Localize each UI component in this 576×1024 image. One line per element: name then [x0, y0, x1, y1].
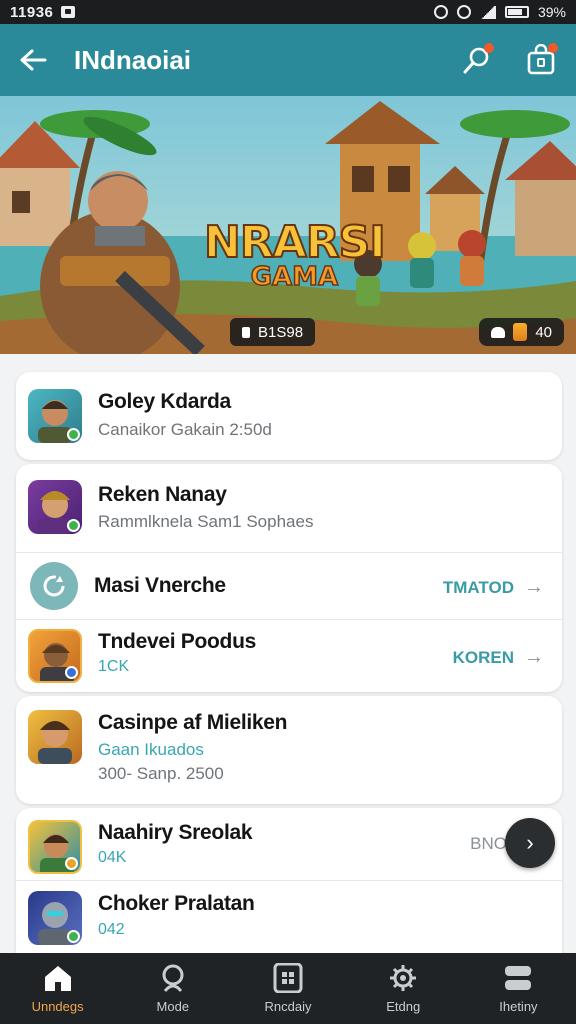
item-subtitle: 042 [98, 921, 125, 938]
battery-icon [504, 6, 529, 18]
grid-icon [272, 963, 304, 993]
refresh-circle [30, 562, 78, 610]
item-title: Choker Pralatan [98, 892, 255, 915]
list-item[interactable]: Masi Vnerche TMATOD → [16, 553, 562, 619]
nav-layers[interactable]: Ihetiny [461, 953, 576, 1024]
coin-badge [65, 857, 78, 870]
character-portrait [38, 721, 72, 764]
item-title: Casinpe af Mieliken [98, 711, 288, 734]
logo-line-1: NRARSI [203, 216, 387, 269]
nav-grid[interactable]: Rncdaiy [230, 953, 345, 1024]
item-link[interactable]: TMATOD → [443, 576, 544, 599]
id-badge: B1S98 [230, 318, 316, 346]
list-item[interactable]: Reken Nanay Rammlknela Sam1 Sophaes [16, 464, 562, 552]
list-item[interactable]: Naahiry Sreolak 04K BNO [16, 808, 562, 880]
link-label: TMATOD [442, 577, 514, 597]
item-link[interactable]: BNO [470, 834, 507, 854]
gear-icon [387, 963, 419, 993]
online-badge [67, 428, 80, 441]
list-item[interactable]: Goley Kdarda Canaikor Gakain 2:50d [16, 372, 562, 460]
nav-home[interactable]: Unndegs [0, 953, 115, 1024]
thumbs-up-icon [491, 326, 506, 338]
avatar [28, 710, 82, 764]
bottom-navigation: Unndegs Mode Rncdaiy Etdng Ihetiny [0, 953, 576, 1024]
back-button[interactable] [18, 45, 48, 75]
signal-icon [479, 5, 496, 19]
arrow-right-icon: → [524, 646, 544, 668]
item-title: Reken Nanay [98, 483, 227, 506]
item-subtitle: 1CK [98, 658, 130, 675]
list-item[interactable]: Tndevei Poodus 1CK KOREN → [16, 620, 562, 692]
link-label: KOREN [452, 647, 514, 667]
timer-icon [456, 5, 471, 19]
arrow-left-icon [20, 49, 47, 71]
item-title: Goley Kdarda [98, 390, 231, 413]
list-group: Naahiry Sreolak 04K BNO Choker Pralatan … [16, 808, 562, 954]
battery-percent: 39% [537, 4, 566, 20]
avatar [28, 820, 82, 874]
link-label: BNO [470, 834, 507, 853]
alarm-icon [433, 5, 448, 19]
lock-icon [242, 326, 250, 338]
avatar [28, 480, 82, 534]
online-badge [67, 930, 80, 943]
item-subtitle: Canaikor Gakain 2:50d [98, 420, 272, 439]
avatar [28, 389, 82, 443]
item-subtitle: 04K [98, 849, 127, 866]
status-time: 11936 [10, 3, 54, 21]
nav-label: Unndegs [31, 999, 84, 1014]
item-detail: 300- Sanp. 2500 [98, 764, 224, 783]
item-title: Tndevei Poodus [98, 630, 256, 653]
notification-icon [61, 6, 76, 18]
nav-mode[interactable]: Mode [115, 953, 230, 1024]
app-bar: INdnaoiai [0, 24, 576, 96]
avatar [28, 629, 82, 683]
item-title: Naahiry Sreolak [98, 821, 253, 844]
item-subtitle: Rammlknela Sam1 Sophaes [98, 512, 314, 531]
list-item[interactable]: Casinpe af Mieliken Gaan Ikuados 300- Sa… [16, 696, 562, 804]
search-icon [157, 963, 189, 993]
item-title: Masi Vnerche [94, 574, 226, 597]
item-subtitle: Gaan Ikuados [98, 740, 204, 759]
chevron-right-icon: › [526, 830, 534, 855]
likes-count: 40 [535, 323, 552, 341]
bag-button[interactable] [524, 43, 558, 77]
layers-icon [502, 963, 534, 993]
nav-label: Ihetiny [499, 999, 538, 1014]
online-badge [67, 519, 80, 532]
notification-dot [548, 43, 558, 53]
game-logo: NRARSI GAMA [203, 216, 387, 293]
list-item[interactable]: Choker Pralatan 042 [16, 881, 562, 954]
home-icon [42, 963, 74, 993]
nav-label: Rncdaiy [264, 999, 312, 1014]
page-title: INdnaoiai [74, 44, 192, 75]
shield-badge [65, 666, 78, 679]
notification-dot [484, 43, 494, 53]
next-fab-button[interactable]: › [505, 818, 555, 868]
status-bar: 11936 39% [0, 0, 576, 24]
item-link[interactable]: KOREN → [453, 646, 544, 669]
list-group: Reken Nanay Rammlknela Sam1 Sophaes Masi… [16, 464, 562, 692]
search-button[interactable] [460, 43, 494, 77]
likes-badge[interactable]: 40 [479, 318, 564, 346]
gift-icon [513, 323, 528, 341]
refresh-icon [43, 575, 65, 597]
game-banner[interactable]: NRARSI GAMA B1S98 40 [0, 96, 576, 354]
arrow-right-icon: → [524, 576, 544, 598]
nav-label: Etdng [386, 999, 421, 1014]
avatar [28, 891, 82, 945]
id-text: B1S98 [258, 323, 304, 341]
nav-label: Mode [156, 999, 190, 1014]
nav-settings[interactable]: Etdng [346, 953, 461, 1024]
